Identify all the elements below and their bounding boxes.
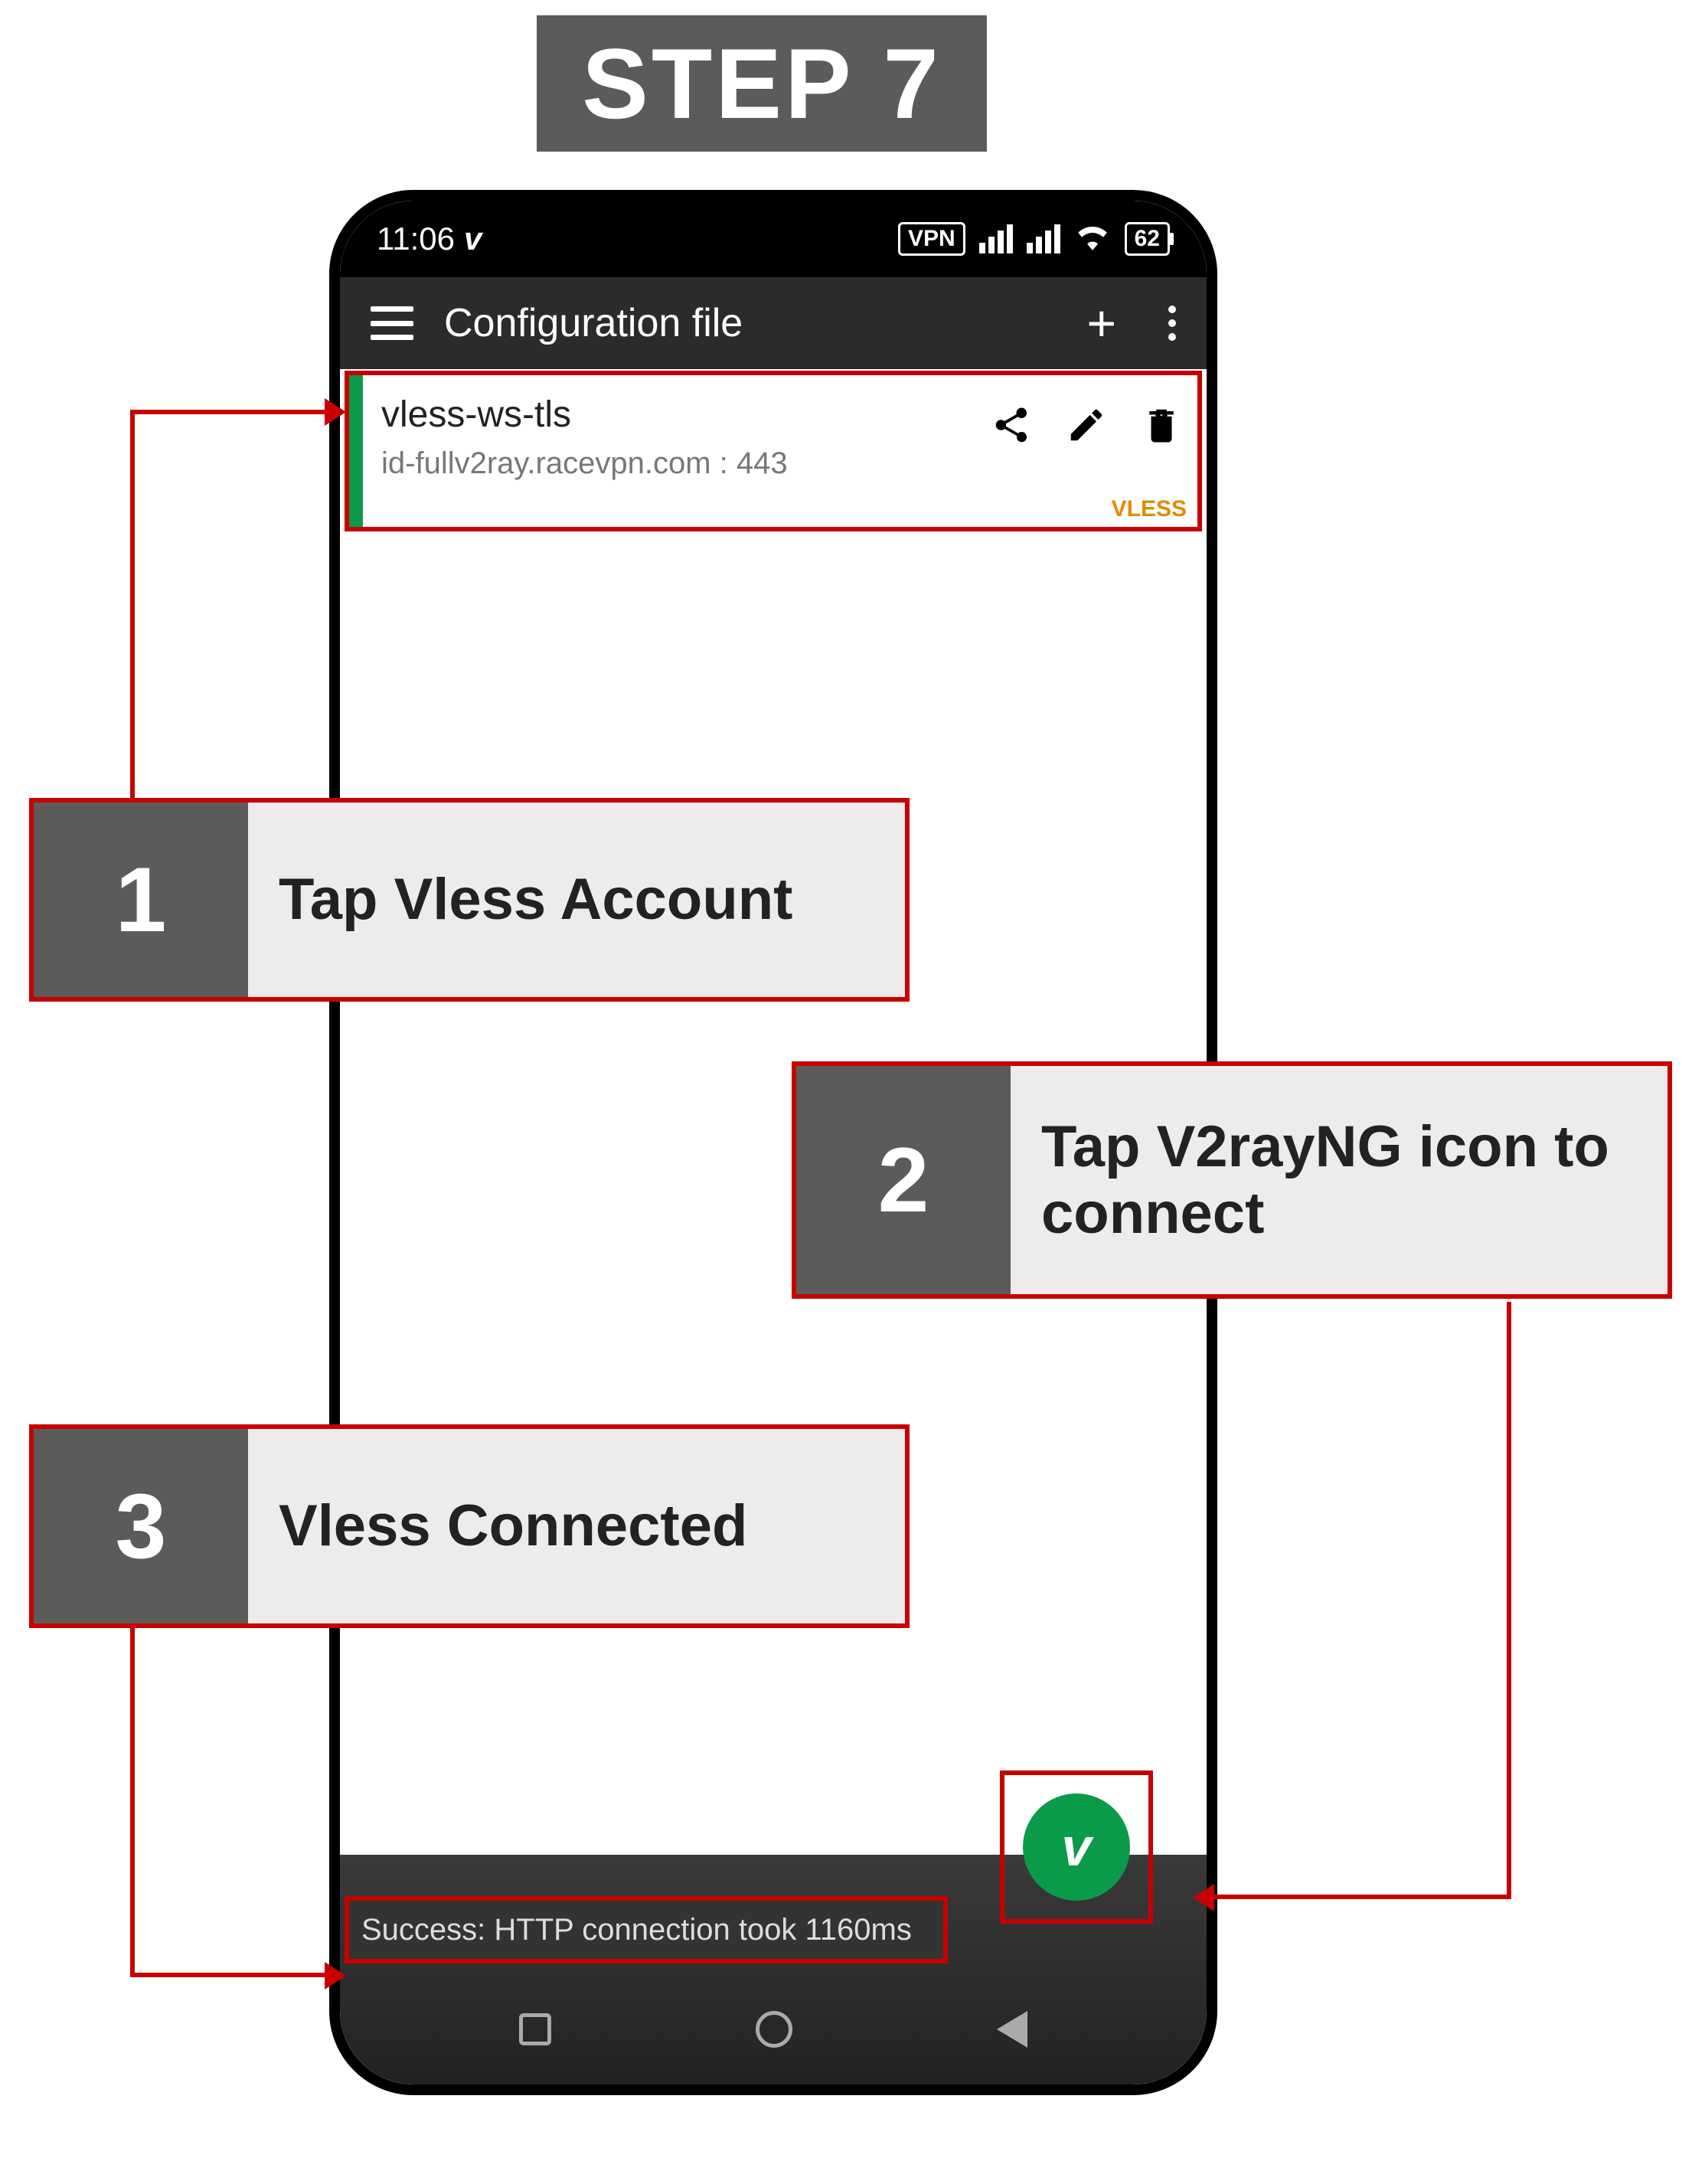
status-bar: 11:06 v VPN 62 [340, 201, 1207, 277]
wifi-icon [1074, 220, 1111, 259]
connector-2-line [1507, 1302, 1511, 1899]
step-banner: STEP 7 [537, 15, 987, 152]
connector-2-line [1210, 1895, 1510, 1899]
connect-fab[interactable]: v [1023, 1793, 1130, 1901]
v2ray-icon: v [1062, 1816, 1092, 1878]
v2ray-status-icon: v [464, 221, 482, 257]
edit-icon[interactable] [1066, 404, 1107, 450]
callout-3-number: 3 [34, 1429, 248, 1623]
connector-1-arrow [325, 398, 346, 426]
share-icon[interactable] [991, 404, 1032, 450]
signal-icon-1 [979, 224, 1013, 253]
success-toast: Success: HTTP connection took 1160ms [345, 1896, 948, 1963]
status-time: 11:06 v [377, 221, 482, 257]
connector-2-arrow [1193, 1884, 1214, 1911]
battery-indicator: 62 [1125, 222, 1170, 256]
callout-1-text: Tap Vless Account [248, 803, 905, 997]
fab-highlight: v [1000, 1770, 1153, 1924]
connector-3-arrow [325, 1962, 346, 1989]
signal-icon-2 [1027, 224, 1060, 253]
config-host: id-fullv2ray.racevpn.com : 443 [381, 446, 1182, 481]
connector-1-line [130, 410, 332, 414]
vpn-indicator: VPN [898, 222, 965, 256]
callout-1: 1 Tap Vless Account [29, 798, 910, 1002]
connector-3-line [130, 1628, 135, 1973]
app-title: Configuration file [444, 300, 1056, 346]
protocol-label: VLESS [1112, 496, 1187, 522]
nav-back-icon[interactable] [997, 2011, 1027, 2048]
nav-recent-icon[interactable] [519, 2013, 551, 2045]
delete-icon[interactable] [1141, 404, 1182, 450]
connector-1-line [130, 410, 135, 800]
add-icon[interactable]: + [1086, 294, 1116, 352]
menu-icon[interactable] [371, 306, 413, 340]
clock-text: 11:06 [377, 221, 455, 257]
more-icon[interactable] [1168, 306, 1176, 341]
callout-3: 3 Vless Connected [29, 1424, 910, 1628]
nav-bar [340, 1983, 1207, 2075]
connector-3-line [130, 1973, 332, 1977]
active-stripe [349, 375, 363, 527]
app-bar: Configuration file + [340, 277, 1207, 369]
callout-2-number: 2 [796, 1066, 1011, 1294]
nav-home-icon[interactable] [756, 2011, 792, 2048]
config-item[interactable]: vless-ws-tls id-fullv2ray.racevpn.com : … [345, 371, 1202, 531]
callout-1-number: 1 [34, 803, 248, 997]
callout-2-text: Tap V2rayNG icon to connect [1011, 1066, 1668, 1294]
callout-2: 2 Tap V2rayNG icon to connect [792, 1061, 1672, 1299]
callout-3-text: Vless Connected [248, 1429, 905, 1623]
